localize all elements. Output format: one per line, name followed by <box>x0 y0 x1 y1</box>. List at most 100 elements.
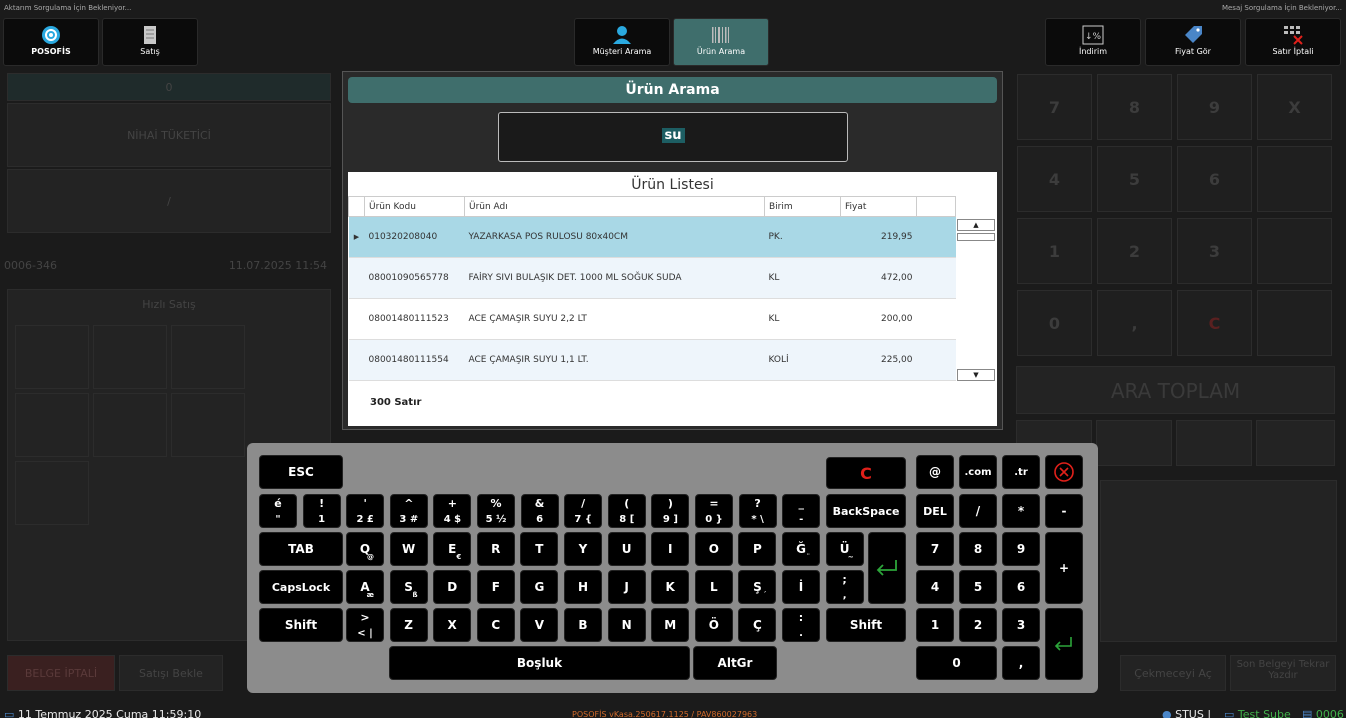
table-row[interactable]: 08001480111554 ACE ÇAMAŞIR SUYU 1,1 LT. … <box>348 339 956 381</box>
letter-key[interactable]: Ç <box>738 608 777 642</box>
letter-key[interactable]: Y <box>564 532 602 566</box>
dimmed-keypad-key[interactable]: 7 <box>1017 74 1092 140</box>
letter-key[interactable]: U <box>607 532 646 566</box>
letter-key[interactable]: L <box>694 570 733 604</box>
number-row-key[interactable]: & 6 <box>520 494 559 528</box>
letter-key[interactable]: B <box>564 608 602 642</box>
number-row-key[interactable]: _ - <box>782 494 821 528</box>
numpad-key[interactable]: 3 <box>1002 608 1040 642</box>
customer-detail-field[interactable]: / <box>7 169 331 233</box>
colon-key[interactable]: :. <box>782 608 820 642</box>
clear-key[interactable]: C <box>826 457 906 489</box>
quick-item-tile[interactable] <box>15 461 89 525</box>
scroll-down-icon[interactable]: ▼ <box>957 369 995 381</box>
backspace-key[interactable]: BackSpace <box>826 494 906 528</box>
number-row-key[interactable]: ) 9 ] <box>651 494 690 528</box>
angle-bracket-key[interactable]: > < | <box>346 608 384 642</box>
dotcom-key[interactable]: .com <box>959 455 997 489</box>
quick-item-tile[interactable] <box>15 325 89 389</box>
dimmed-keypad-key[interactable]: , <box>1097 290 1172 356</box>
letter-key[interactable]: Ö <box>694 608 733 642</box>
numpad-key[interactable]: 5 <box>959 570 997 604</box>
number-row-key[interactable]: ? * \ <box>738 494 777 528</box>
letter-key[interactable]: İ <box>782 570 820 604</box>
number-row-key[interactable]: (8 [ <box>607 494 646 528</box>
tab-key[interactable]: TAB <box>259 532 343 566</box>
numpad-key[interactable]: 1 <box>916 608 954 642</box>
letter-key[interactable]: J <box>607 570 646 604</box>
letter-key[interactable]: W <box>389 532 428 566</box>
urun-arama-button[interactable]: Ürün Arama <box>673 18 769 66</box>
letter-key[interactable]: I <box>651 532 690 566</box>
numpad-minus-key[interactable]: - <box>1045 494 1083 528</box>
letter-key[interactable]: Ü ~ <box>825 532 864 566</box>
payment-button[interactable] <box>1256 420 1335 466</box>
son-belgeyi-tekrar-yazdir-button[interactable]: Son Belgeyi Tekrar Yazdır <box>1230 655 1336 691</box>
number-row-key[interactable]: / 7 { <box>564 494 603 528</box>
letter-key[interactable]: K <box>651 570 690 604</box>
letter-key[interactable]: F <box>476 570 515 604</box>
satis-bekle-button[interactable]: Satışı Bekle <box>119 655 223 691</box>
semicolon-key[interactable]: ;, <box>825 570 864 604</box>
shift-left-key[interactable]: Shift <box>259 608 343 642</box>
dottr-key[interactable]: .tr <box>1002 455 1040 489</box>
numpad-key[interactable]: 8 <box>959 532 997 566</box>
numpad-key[interactable]: 9 <box>1002 532 1040 566</box>
fiyat-gor-button[interactable]: Fiyat Gör <box>1145 18 1241 66</box>
payment-button[interactable] <box>1096 420 1172 466</box>
number-row-key[interactable]: ' 2 £ <box>346 494 385 528</box>
number-row-key[interactable]: ^ 3 # <box>389 494 428 528</box>
column-header-name[interactable]: Ürün Adı <box>464 196 765 217</box>
close-keyboard-button[interactable] <box>1045 455 1083 489</box>
dimmed-keypad-key[interactable]: 9 <box>1177 74 1252 140</box>
musteri-arama-button[interactable]: Müşteri Arama <box>574 18 670 66</box>
dimmed-keypad-key[interactable]: 3 <box>1177 218 1252 284</box>
letter-key[interactable]: N <box>607 608 646 642</box>
numpad-slash-key[interactable]: / <box>959 494 997 528</box>
indirim-button[interactable]: ↓% İndirim <box>1045 18 1141 66</box>
at-key[interactable]: @ <box>916 455 954 489</box>
letter-key[interactable]: T <box>520 532 559 566</box>
product-search-input[interactable]: su <box>498 112 848 162</box>
letter-key[interactable]: X <box>433 608 472 642</box>
numpad-key[interactable]: 6 <box>1002 570 1040 604</box>
dimmed-keypad-key[interactable]: 8 <box>1097 74 1172 140</box>
number-row-key[interactable]: +4 $ <box>433 494 472 528</box>
dimmed-keypad-key[interactable] <box>1257 146 1332 212</box>
letter-key[interactable]: D <box>433 570 472 604</box>
dimmed-keypad-key[interactable]: 4 <box>1017 146 1092 212</box>
dimmed-keypad-key[interactable]: 1 <box>1017 218 1092 284</box>
dimmed-keypad-key[interactable] <box>1257 290 1332 356</box>
quick-item-tile[interactable] <box>171 325 245 389</box>
quick-item-tile[interactable] <box>93 325 167 389</box>
letter-key[interactable]: P <box>738 532 777 566</box>
space-key[interactable]: Boşluk <box>389 646 690 680</box>
dimmed-keypad-key[interactable]: C <box>1177 290 1252 356</box>
table-row[interactable]: 08001090565778 FAİRY SIVI BULAŞIK DET. 1… <box>348 257 956 299</box>
letter-key[interactable]: Q @ <box>346 532 384 566</box>
quick-item-tile[interactable] <box>15 393 89 457</box>
letter-key[interactable]: Ğ ¨ <box>782 532 820 566</box>
column-header-code[interactable]: Ürün Kodu <box>364 196 465 217</box>
posofis-button[interactable]: POSOFİS <box>3 18 99 66</box>
number-row-key[interactable]: = 0 } <box>695 494 733 528</box>
dimmed-keypad-key[interactable] <box>1257 218 1332 284</box>
dimmed-keypad-key[interactable]: 0 <box>1017 290 1092 356</box>
enter-key[interactable] <box>868 532 906 604</box>
letter-key[interactable]: G <box>520 570 559 604</box>
dimmed-keypad-key[interactable]: 2 <box>1097 218 1172 284</box>
customer-code-field[interactable]: 0 <box>7 73 331 101</box>
letter-key[interactable]: Aæ <box>346 570 384 604</box>
numpad-key[interactable]: 2 <box>959 608 997 642</box>
letter-key[interactable]: R <box>476 532 515 566</box>
table-row[interactable]: ▶ 010320208040 YAZARKASA POS RULOSU 80x4… <box>348 216 956 258</box>
dimmed-keypad-key[interactable]: 5 <box>1097 146 1172 212</box>
quick-item-tile[interactable] <box>171 393 245 457</box>
vertical-scrollbar[interactable]: ▲ ▼ <box>957 219 996 385</box>
scroll-thumb[interactable] <box>957 233 995 241</box>
letter-key[interactable]: M <box>651 608 690 642</box>
column-header-unit[interactable]: Birim <box>764 196 841 217</box>
customer-name-field[interactable]: NİHAİ TÜKETİCİ <box>7 103 331 167</box>
belge-iptali-button[interactable]: BELGE İPTALİ <box>7 655 115 691</box>
number-row-key[interactable]: ! 1 <box>302 494 341 528</box>
